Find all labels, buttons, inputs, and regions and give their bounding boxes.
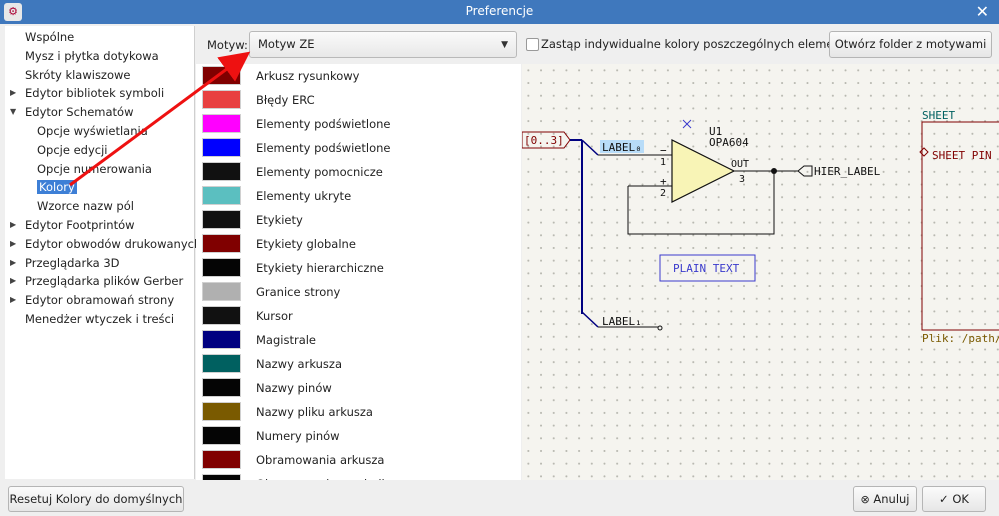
ok-button[interactable]: ✓ OK — [922, 486, 986, 512]
cancel-label: Anuluj — [873, 492, 910, 506]
cancel-icon: ⊗ — [860, 493, 870, 506]
ok-label: OK — [952, 492, 969, 506]
cancel-button[interactable]: ⊗ Anuluj — [853, 486, 917, 512]
reset-colors-button[interactable]: Resetuj Kolory do domyślnych — [8, 486, 184, 512]
red-arrow-icon — [69, 51, 251, 187]
annotation-arrow — [69, 51, 251, 187]
bottom-bar: Resetuj Kolory do domyślnych ⊗ Anuluj ✓ … — [0, 480, 999, 516]
checkmark-icon: ✓ — [939, 492, 949, 506]
